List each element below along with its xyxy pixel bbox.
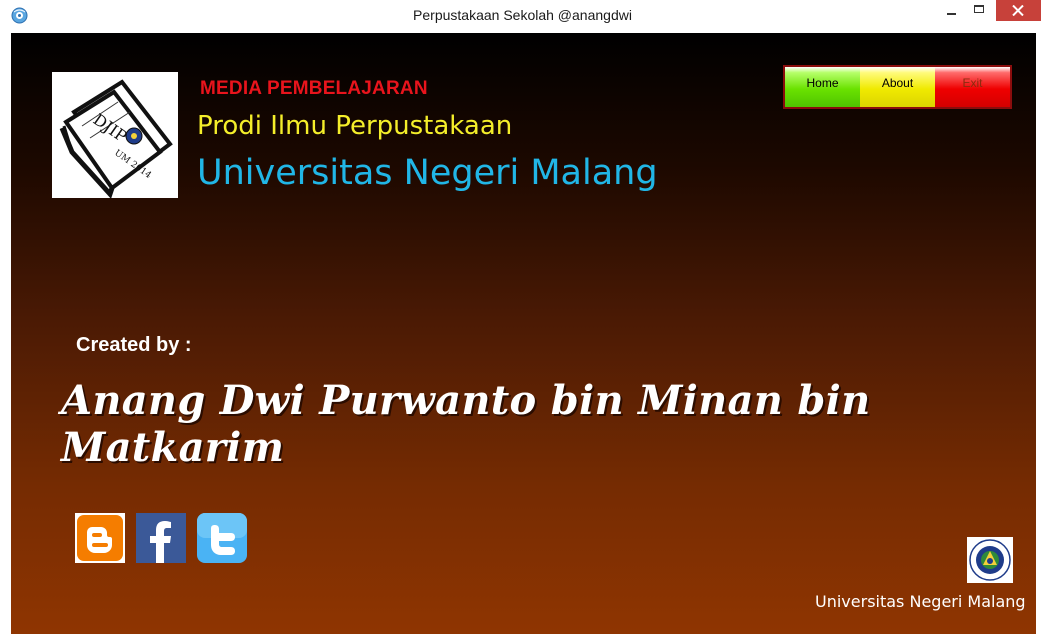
- exit-button[interactable]: Exit: [935, 67, 1010, 107]
- twitter-button[interactable]: [197, 513, 247, 563]
- university-title: Universitas Negeri Malang: [197, 153, 658, 193]
- twitter-icon: [197, 513, 247, 563]
- about-button[interactable]: About: [860, 67, 935, 107]
- prodi-title: Prodi Ilmu Perpustakaan: [197, 111, 513, 141]
- title-bar: Perpustakaan Sekolah @anangdwi: [0, 0, 1045, 32]
- home-button[interactable]: Home: [785, 67, 860, 107]
- book-logo: DJIP UM 2014: [52, 72, 178, 199]
- maximize-icon: [974, 5, 984, 13]
- close-icon: [1012, 5, 1024, 16]
- book-icon: DJIP UM 2014: [59, 79, 173, 199]
- window-left-border: [0, 33, 11, 643]
- author-name: Anang Dwi Purwanto bin Minan bin Matkari…: [61, 377, 871, 471]
- about-label: About: [881, 76, 914, 90]
- window-bottom-border: [0, 634, 1045, 643]
- university-seal-icon: [969, 539, 1011, 581]
- blogger-button[interactable]: [75, 513, 125, 563]
- um-emblem: [967, 537, 1013, 583]
- footer-university: Universitas Negeri Malang: [815, 592, 1026, 611]
- media-title: MEDIA PEMBELAJARAN: [200, 78, 428, 99]
- exit-label: Exit: [962, 76, 983, 90]
- home-label: Home: [806, 76, 839, 90]
- facebook-button[interactable]: [136, 513, 186, 563]
- main-panel: DJIP UM 2014 MEDIA PEMBELAJARAN Prodi Il…: [11, 33, 1036, 634]
- blogger-icon: [75, 513, 125, 563]
- created-by-label: Created by :: [76, 334, 192, 356]
- maximize-button[interactable]: [965, 0, 993, 22]
- minimize-icon: [947, 13, 956, 15]
- minimize-button[interactable]: [937, 0, 965, 22]
- facebook-icon: [136, 513, 186, 563]
- close-button[interactable]: [996, 0, 1041, 21]
- nav-bar: Home About Exit: [783, 65, 1012, 109]
- window-title: Perpustakaan Sekolah @anangdwi: [413, 7, 632, 23]
